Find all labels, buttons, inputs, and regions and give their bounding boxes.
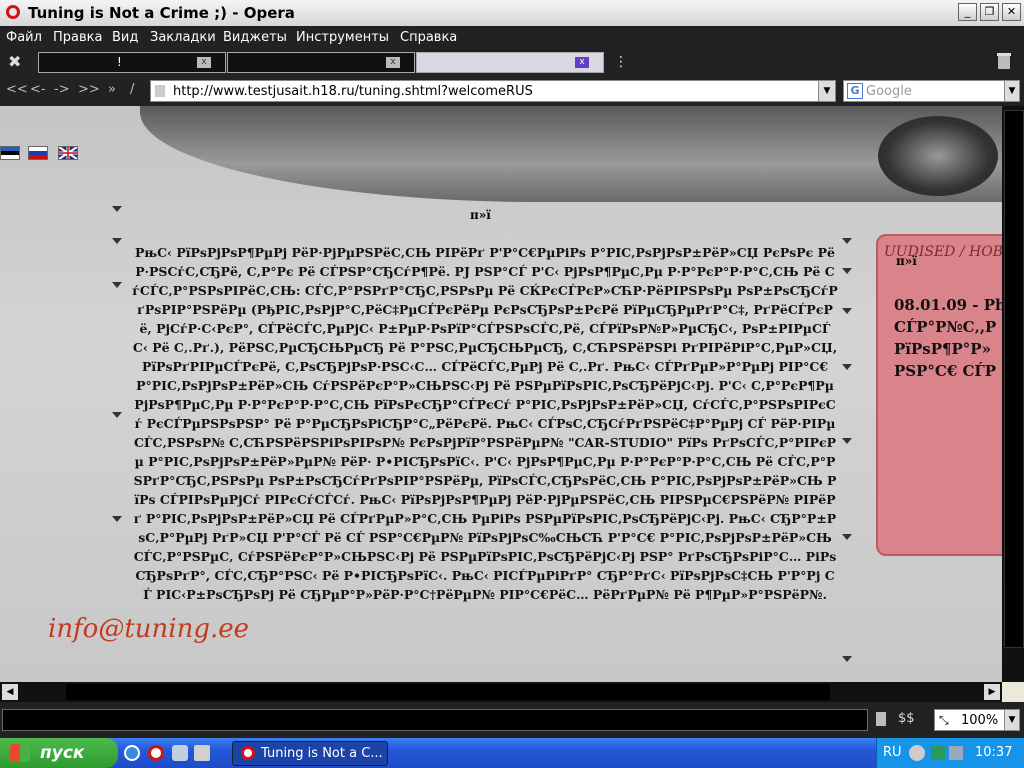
- home-button[interactable]: »: [108, 82, 116, 97]
- tab-menu-button[interactable]: ⋮: [614, 54, 628, 70]
- desktop-icon[interactable]: [194, 745, 210, 761]
- tab-1[interactable]: ! x: [38, 52, 226, 73]
- start-button[interactable]: пуск: [0, 738, 118, 768]
- bullet-arrow-icon: [842, 438, 852, 444]
- fastforward-button[interactable]: >>: [78, 82, 100, 97]
- volume-icon[interactable]: [949, 746, 963, 760]
- media-icon[interactable]: [172, 745, 188, 761]
- car-header-image: [140, 106, 1002, 202]
- trash-icon[interactable]: [996, 52, 1012, 70]
- taskbar-opera-label: Tuning is Not a C...: [261, 746, 383, 761]
- page-icon: [155, 85, 165, 97]
- flag-estonia-icon[interactable]: [0, 146, 20, 160]
- status-field: [2, 709, 868, 731]
- status-bar: $$: [0, 702, 1024, 738]
- main-text: РњС‹ РїРѕРјРѕР¶РµРј РёР·РјРµРЅРёС‚СЊ РІР…: [132, 245, 838, 602]
- zoom-value: 100%: [961, 713, 999, 728]
- zoom-icon: ⤡: [939, 713, 949, 727]
- clock: 10:37: [975, 745, 1013, 760]
- menu-bookmarks[interactable]: Закладки: [150, 30, 216, 45]
- bullet-arrow-icon: [842, 308, 852, 314]
- minimize-button[interactable]: _: [958, 3, 977, 21]
- page-viewport: п»ї РњС‹ РїРѕРјРѕР¶РµРј РёР·РјРµРЅРёС‚СЊ…: [0, 106, 1002, 682]
- tab-bar: ✖ ! x x x ⋮: [0, 50, 1024, 76]
- windows-logo-icon: [10, 744, 30, 762]
- bullet-arrow-icon: [842, 656, 852, 662]
- menu-tools[interactable]: Инструменты: [296, 30, 389, 45]
- language-indicator[interactable]: RU: [883, 745, 902, 760]
- bullet-arrow-icon: [842, 268, 852, 274]
- address-field[interactable]: http://www.testjusait.h18.ru/tuning.shtm…: [150, 80, 836, 102]
- system-tray: RU 10:37: [876, 738, 1024, 768]
- back-button[interactable]: <-: [30, 82, 46, 97]
- vertical-scroll-thumb[interactable]: [1004, 110, 1024, 648]
- address-input[interactable]: http://www.testjusait.h18.ru/tuning.shtm…: [173, 84, 533, 99]
- scroll-right-button[interactable]: ▶: [984, 684, 1000, 700]
- edit-button[interactable]: /: [130, 82, 134, 97]
- bullet-arrow-icon: [842, 364, 852, 370]
- taskbar-opera-item[interactable]: Tuning is Not a C...: [232, 741, 388, 766]
- bullet-arrow-icon: [112, 516, 122, 522]
- menu-file[interactable]: Файл: [6, 30, 42, 45]
- tab-1-close-icon[interactable]: x: [197, 57, 211, 68]
- search-field[interactable]: G Google ▼: [843, 80, 1020, 102]
- address-dropdown-icon[interactable]: ▼: [818, 81, 835, 101]
- horizontal-scroll-thumb[interactable]: [66, 684, 830, 700]
- network-icon[interactable]: [931, 746, 945, 760]
- search-input[interactable]: Google: [866, 84, 912, 99]
- vertical-scrollbar[interactable]: [1002, 106, 1024, 682]
- news-box: UUDISED / НОВОСТИ п»ї 08.01.09 - Ph СЃР°…: [876, 234, 1002, 556]
- opera-task-icon: [241, 746, 255, 760]
- flag-uk-icon[interactable]: [58, 146, 78, 160]
- menu-bar: Файл Правка Вид Закладки Виджеты Инструм…: [0, 26, 1024, 50]
- news-text: 08.01.09 - Ph СЃР°Р№С‚,Р РїРѕР¶Р°Р» РЅР°…: [894, 294, 1002, 382]
- window-title: Tuning is Not a Crime ;) - Opera: [28, 4, 295, 22]
- bullet-arrow-icon: [112, 282, 122, 288]
- scroll-left-button[interactable]: ◀: [2, 684, 18, 700]
- menu-view[interactable]: Вид: [112, 30, 138, 45]
- close-button[interactable]: ✕: [1002, 3, 1021, 21]
- tab-2[interactable]: x: [227, 52, 415, 73]
- news-line: РЅР°С€ СЃР: [894, 362, 997, 380]
- news-mark: п»ї: [896, 254, 917, 268]
- news-line: РїРѕР¶Р°Р»: [894, 340, 991, 358]
- tools-icon[interactable]: ✖: [8, 53, 26, 71]
- news-line[interactable]: 08.01.09 - Ph: [894, 294, 1002, 316]
- bullet-arrow-icon: [112, 238, 122, 244]
- news-line: СЃР°Р№С‚,Р: [894, 318, 997, 336]
- forward-button[interactable]: ->: [54, 82, 70, 97]
- zoom-control[interactable]: ⤡ 100% ▼: [934, 709, 1020, 731]
- opera-logo-icon: [6, 5, 20, 19]
- bullet-arrow-icon: [842, 238, 852, 244]
- search-dropdown-icon[interactable]: ▼: [1004, 81, 1019, 101]
- view-toggle-button[interactable]: $$: [898, 711, 915, 726]
- tab-2-close-icon[interactable]: x: [386, 57, 400, 68]
- zoom-dropdown-icon[interactable]: ▼: [1004, 710, 1019, 730]
- page-info-icon[interactable]: [876, 712, 886, 726]
- back-circle-icon[interactable]: [909, 745, 925, 761]
- title-bar[interactable]: Tuning is Not a Crime ;) - Opera _ ❐ ✕: [0, 0, 1024, 27]
- tab-1-label: !: [117, 55, 122, 69]
- start-label: пуск: [40, 743, 85, 763]
- menu-help[interactable]: Справка: [400, 30, 457, 45]
- rewind-button[interactable]: <<: [6, 82, 28, 97]
- section-mark: п»ї: [470, 208, 491, 222]
- bullet-arrow-icon: [112, 206, 122, 212]
- ie-icon[interactable]: [124, 745, 140, 761]
- address-toolbar: << <- -> >> » / http://www.testjusait.h1…: [0, 76, 1024, 106]
- email-link[interactable]: info@tuning.ee: [48, 614, 249, 644]
- opera-quicklaunch-icon[interactable]: [148, 745, 164, 761]
- google-icon: G: [847, 83, 863, 99]
- tab-3[interactable]: x: [416, 52, 604, 73]
- bullet-arrow-icon: [842, 534, 852, 540]
- flag-russia-icon[interactable]: [28, 146, 48, 160]
- maximize-button[interactable]: ❐: [980, 3, 999, 21]
- tab-3-close-icon[interactable]: x: [575, 57, 589, 68]
- horizontal-scrollbar[interactable]: ◀ ▶: [0, 682, 1002, 702]
- menu-widgets[interactable]: Виджеты: [223, 30, 287, 45]
- menu-edit[interactable]: Правка: [53, 30, 102, 45]
- bullet-arrow-icon: [112, 412, 122, 418]
